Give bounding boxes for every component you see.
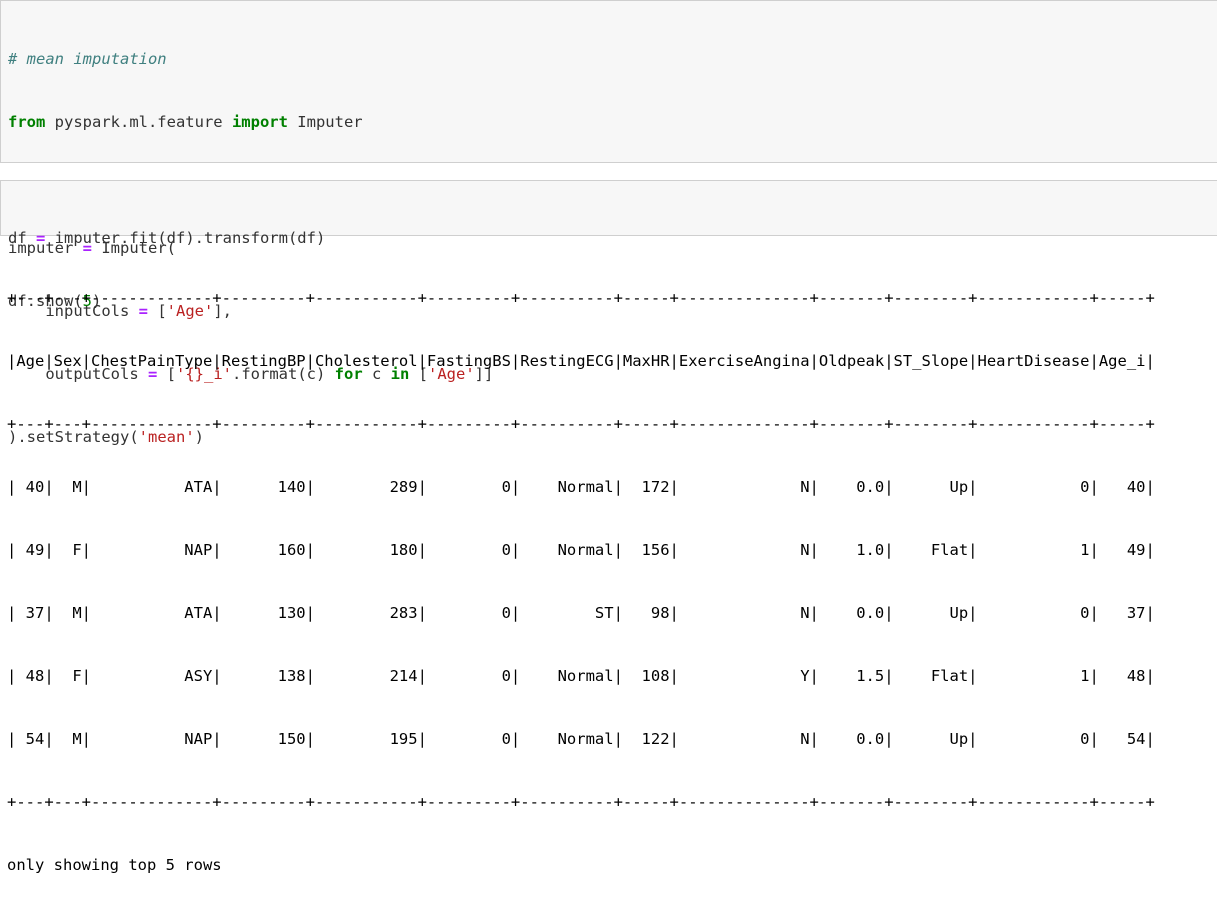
import-name: Imputer: [287, 113, 363, 131]
operator: =: [36, 229, 46, 247]
code-line: # mean imputation: [8, 49, 493, 70]
table-border: +---+---+-------------+---------+-------…: [7, 289, 1155, 307]
table-row: | 49| F| NAP| 160| 180| 0| Normal| 156| …: [7, 541, 1155, 559]
table-row: | 37| M| ATA| 130| 283| 0| ST| 98| N| 0.…: [7, 604, 1155, 622]
table-header: |Age|Sex|ChestPainType|RestingBP|Cholest…: [7, 352, 1155, 370]
table-row: | 48| F| ASY| 138| 214| 0| Normal| 108| …: [7, 667, 1155, 685]
keyword-from: from: [8, 113, 46, 131]
keyword-import: import: [231, 113, 288, 131]
code-text: imputer.fit(df).transform(df): [45, 229, 326, 247]
cell-output: +---+---+-------------+---------+-------…: [7, 246, 1155, 897]
code-text: df: [8, 229, 36, 247]
table-row: | 40| M| ATA| 140| 289| 0| Normal| 172| …: [7, 478, 1155, 496]
table-border: +---+---+-------------+---------+-------…: [7, 415, 1155, 433]
output-footer: only showing top 5 rows: [7, 856, 222, 874]
code-cell-transform[interactable]: df = imputer.fit(df).transform(df) df.sh…: [0, 180, 1217, 310]
code-cell-imputer[interactable]: # mean imputation from pyspark.ml.featur…: [0, 0, 1217, 446]
code-line: from pyspark.ml.feature import Imputer: [8, 112, 493, 133]
table-row: | 54| M| NAP| 150| 195| 0| Normal| 122| …: [7, 730, 1155, 748]
code-comment: # mean imputation: [8, 50, 167, 68]
table-border: +---+---+-------------+---------+-------…: [7, 793, 1155, 811]
module-name: pyspark.ml.feature: [45, 113, 232, 131]
